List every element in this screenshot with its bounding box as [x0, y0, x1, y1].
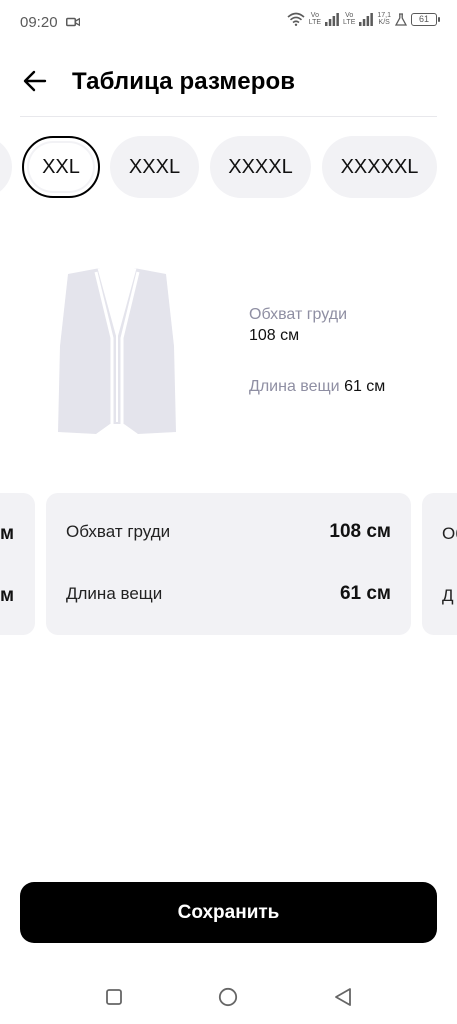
- measurement-card[interactable]: Обхват груди 108 см Длина вещи 61 см: [46, 493, 411, 635]
- size-chip-label: XXXL: [128, 155, 181, 178]
- net-speed: 17,1 K/S: [377, 12, 391, 26]
- length-value: 61 см: [344, 378, 386, 395]
- card-value: 108 см: [329, 521, 391, 542]
- card-row-chest: Обхват груди 108 см: [66, 521, 391, 543]
- status-time: 09:20: [20, 14, 58, 31]
- page-title: Таблица размеров: [72, 68, 296, 95]
- card-value: м: [0, 585, 15, 606]
- card-label: Об: [442, 524, 457, 543]
- square-icon: [106, 989, 122, 1005]
- system-nav-bar: [0, 970, 457, 1024]
- size-chip-label: XXXXL: [228, 155, 293, 178]
- volte-badge-2: Vo LTE: [343, 12, 356, 26]
- card-label: Обхват груди: [66, 522, 171, 541]
- length-label: Длина вещи: [249, 378, 340, 395]
- volte-badge-1: Vo LTE: [308, 12, 322, 26]
- size-chip-previous[interactable]: [0, 136, 12, 198]
- video-camera-icon: [66, 17, 80, 27]
- size-chip-label: XXXXXL: [340, 155, 419, 178]
- battery-icon: 61: [411, 12, 440, 26]
- home-button[interactable]: [213, 982, 243, 1012]
- triangle-back-icon: [335, 988, 351, 1006]
- vest-illustration: [58, 267, 176, 434]
- card-value: м: [0, 523, 15, 544]
- signal-icon-2: [359, 12, 374, 26]
- chest-label: Обхват груди: [249, 306, 348, 323]
- card-label: Длина вещи: [66, 584, 163, 603]
- save-button[interactable]: Сохранить: [20, 882, 437, 943]
- back-button[interactable]: [20, 66, 50, 96]
- measurement-card-next[interactable]: Об Д: [422, 493, 457, 635]
- wifi-icon: [287, 12, 305, 26]
- circle-icon: [218, 987, 238, 1007]
- size-chip-label: XXL: [42, 155, 80, 178]
- size-chart-screen: 09:20 Vo LTE Vo LTE 17,1 K/S 61 Таблица …: [0, 0, 457, 1024]
- measurement-card-previous[interactable]: м м: [0, 493, 35, 635]
- size-chip-xxxxxl[interactable]: XXXXXL: [322, 136, 437, 198]
- recents-button[interactable]: [99, 982, 129, 1012]
- size-chip-xxl[interactable]: XXL: [22, 136, 100, 198]
- size-chip-xxxxl[interactable]: XXXXL: [210, 136, 311, 198]
- flask-icon: [395, 12, 407, 26]
- chest-value: 108 см: [249, 327, 300, 344]
- card-label: Д: [442, 586, 454, 605]
- header-divider: [20, 116, 437, 117]
- back-nav-button[interactable]: [328, 982, 358, 1012]
- status-icons: Vo LTE Vo LTE 17,1 K/S 61: [287, 12, 440, 26]
- size-selector: XXL XXXL XXXXL XXXXXL: [0, 136, 457, 198]
- card-row-length: Длина вещи 61 см: [66, 583, 391, 605]
- signal-icon: [325, 12, 339, 26]
- status-bar: 09:20 Vo LTE Vo LTE 17,1 K/S 61: [0, 0, 457, 46]
- card-value: 61 см: [339, 583, 391, 604]
- size-chip-xxxl[interactable]: XXXL: [110, 136, 199, 198]
- header: Таблица размеров: [0, 52, 457, 112]
- length-measure: Длина вещи 61 см: [249, 378, 385, 396]
- arrow-left-icon: [23, 70, 47, 92]
- chest-measure: Обхват груди 108 см: [249, 306, 347, 345]
